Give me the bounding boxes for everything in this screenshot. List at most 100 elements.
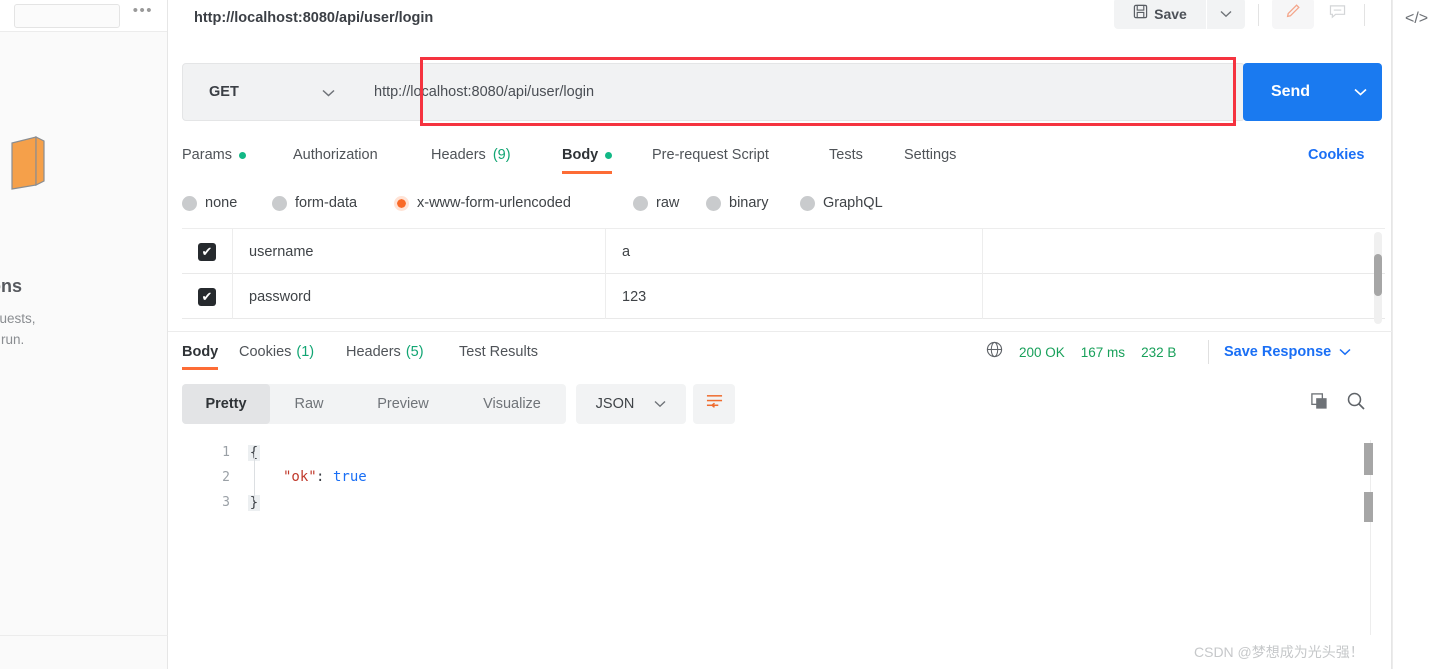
row-value-text: 123 — [622, 288, 647, 305]
content-type-selector[interactable]: JSON — [576, 384, 686, 424]
chevron-down-icon — [1339, 344, 1351, 360]
row-checkbox[interactable]: ✔ — [182, 229, 232, 274]
breadcrumb: http://localhost:8080/api/user/login — [194, 10, 434, 26]
radio-icon-selected — [394, 195, 409, 211]
request-tabs: Params Authorization Headers (9) Body Pr… — [168, 136, 1392, 174]
copy-response-button[interactable] — [1310, 392, 1329, 416]
response-tab-cookies[interactable]: Cookies (1) — [239, 332, 314, 372]
response-tab-headers-label: Headers — [346, 344, 401, 360]
tab-headers-label: Headers — [431, 147, 486, 163]
chevron-down-icon — [1353, 83, 1367, 101]
pencil-icon — [1285, 3, 1301, 24]
save-dropdown-button[interactable] — [1207, 0, 1245, 29]
save-button[interactable]: Save — [1114, 0, 1206, 29]
row-description-cell[interactable] — [982, 229, 1385, 274]
tab-settings-label: Settings — [904, 147, 957, 163]
row-description-cell[interactable] — [982, 274, 1385, 319]
http-method-selector[interactable]: GET — [182, 63, 354, 121]
body-type-options: none form-data x-www-form-urlencoded raw… — [168, 186, 1392, 220]
tab-headers[interactable]: Headers (9) — [431, 136, 511, 174]
view-pretty-label: Pretty — [205, 396, 247, 412]
response-body-viewer[interactable]: 1 { 2 "ok" : true 3 } — [168, 432, 1392, 635]
response-tab-headers-count: (5) — [405, 344, 424, 360]
tab-pre-request-script-label: Pre-request Script — [652, 147, 769, 163]
indent-guide — [254, 452, 255, 500]
response-tab-cookies-count: (1) — [296, 344, 315, 360]
status-code: 200 OK — [1019, 344, 1065, 360]
radio-icon — [800, 195, 815, 211]
table-row[interactable]: ✔ password 123 — [182, 274, 1385, 319]
folder-icon — [10, 135, 50, 191]
body-type-form-data[interactable]: form-data — [272, 186, 357, 220]
view-raw[interactable]: Raw — [270, 384, 348, 424]
send-dropdown-button[interactable] — [1338, 63, 1382, 121]
row-checkbox[interactable]: ✔ — [182, 274, 232, 319]
sidebar-heading: ollections — [0, 276, 23, 296]
line-number: 2 — [222, 470, 230, 485]
body-type-x-www-form-urlencoded-label: x-www-form-urlencoded — [417, 195, 571, 211]
response-tab-test-results[interactable]: Test Results — [459, 332, 538, 372]
save-response-button[interactable]: Save Response — [1224, 332, 1351, 372]
header-divider-1 — [1258, 4, 1259, 26]
code-snippet-icon[interactable]: </> — [1405, 10, 1428, 28]
body-type-raw[interactable]: raw — [633, 186, 679, 220]
response-body-scroll-marker[interactable] — [1364, 492, 1373, 522]
view-preview[interactable]: Preview — [348, 384, 458, 424]
params-table-scrollbar[interactable] — [1374, 232, 1382, 324]
url-input[interactable]: http://localhost:8080/api/user/login — [353, 63, 1245, 121]
sidebar-create-link[interactable]: on — [0, 385, 167, 400]
tab-params-label: Params — [182, 147, 232, 163]
tab-settings[interactable]: Settings — [904, 136, 956, 174]
globe-icon — [986, 341, 1003, 363]
tab-tests[interactable]: Tests — [829, 136, 863, 174]
view-preview-label: Preview — [377, 396, 429, 412]
sidebar: ••• ollections ated requests, ess and ru… — [0, 0, 168, 635]
tab-pre-request-script[interactable]: Pre-request Script — [652, 136, 769, 174]
tab-tests-label: Tests — [829, 147, 863, 163]
comment-button[interactable] — [1316, 0, 1358, 29]
edit-request-button[interactable] — [1272, 0, 1314, 29]
tab-params[interactable]: Params — [182, 136, 246, 174]
save-button-label: Save — [1154, 5, 1187, 22]
row-key-cell[interactable]: username — [232, 229, 605, 274]
row-key-cell[interactable]: password — [232, 274, 605, 319]
tab-authorization[interactable]: Authorization — [293, 136, 378, 174]
url-input-value: http://localhost:8080/api/user/login — [374, 84, 595, 100]
body-type-x-www-form-urlencoded[interactable]: x-www-form-urlencoded — [394, 186, 571, 220]
sidebar-search-input[interactable] — [14, 4, 120, 28]
send-button[interactable]: Send — [1243, 63, 1338, 121]
table-row[interactable]: ✔ username a — [182, 229, 1385, 274]
row-key-value: username — [249, 243, 314, 260]
body-type-graphql-label: GraphQL — [823, 195, 883, 211]
response-tab-body[interactable]: Body — [182, 332, 219, 372]
tab-body[interactable]: Body — [562, 136, 613, 174]
body-type-graphql[interactable]: GraphQL — [800, 186, 883, 220]
postman-window: ••• ollections ated requests, ess and ru… — [0, 0, 1434, 669]
save-response-label: Save Response — [1224, 344, 1332, 360]
body-type-none-label: none — [205, 195, 238, 211]
url-bar: GET http://localhost:8080/api/user/login — [182, 63, 1245, 121]
body-type-binary[interactable]: binary — [706, 186, 769, 220]
row-value-cell[interactable]: 123 — [605, 274, 982, 319]
body-type-none[interactable]: none — [182, 186, 237, 220]
response-tab-headers[interactable]: Headers (5) — [346, 332, 424, 372]
search-response-button[interactable] — [1346, 391, 1366, 416]
view-pretty[interactable]: Pretty — [182, 384, 270, 424]
copy-icon — [1310, 393, 1329, 415]
http-method-label: GET — [209, 84, 239, 100]
chevron-down-icon — [1220, 5, 1232, 23]
response-view-segmented-control: Pretty Raw Preview Visualize — [182, 384, 566, 424]
row-value-cell[interactable]: a — [605, 229, 982, 274]
radio-icon — [633, 195, 648, 211]
chevron-down-icon — [322, 84, 335, 102]
cookies-link[interactable]: Cookies — [1308, 136, 1364, 174]
sidebar-more-icon[interactable]: ••• — [133, 3, 153, 18]
response-tab-body-label: Body — [182, 344, 219, 360]
word-wrap-button[interactable] — [693, 384, 735, 424]
row-key-value: password — [249, 288, 312, 305]
params-table: ✔ username a ✔ password 123 — [182, 228, 1385, 326]
json-value: true — [333, 469, 367, 485]
view-visualize[interactable]: Visualize — [458, 384, 566, 424]
response-body-scrollbar-thumb[interactable] — [1364, 443, 1373, 475]
json-colon: : — [316, 469, 325, 485]
